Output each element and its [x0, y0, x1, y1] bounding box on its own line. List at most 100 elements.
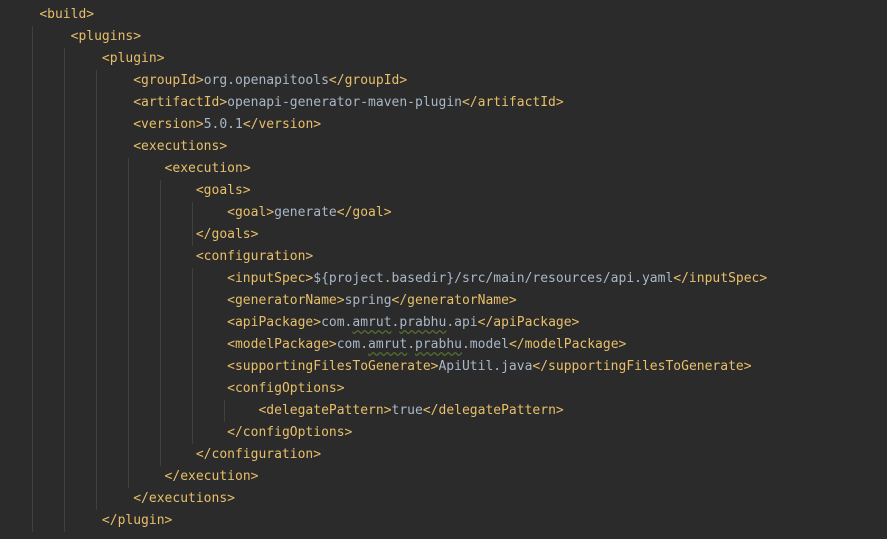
code-line[interactable]: <execution> — [8, 158, 887, 180]
xml-text: org.openapitools — [204, 73, 329, 88]
xml-tag: <build> — [39, 7, 94, 22]
code-line[interactable]: <plugins> — [8, 26, 887, 48]
indent — [8, 205, 227, 220]
code-editor[interactable]: <build> <plugins> <plugin> <groupId>org.… — [0, 4, 887, 532]
xml-tag: <groupId> — [133, 73, 203, 88]
indent — [8, 337, 227, 352]
code-line[interactable]: <modelPackage>com.amrut.prabhu.model</mo… — [8, 334, 887, 356]
code-line[interactable]: <configuration> — [8, 246, 887, 268]
xml-tag: <goal> — [227, 205, 274, 220]
xml-tag: </artifactId> — [462, 95, 564, 110]
indent — [8, 315, 227, 330]
xml-tag: <version> — [133, 117, 203, 132]
xml-tag: </modelPackage> — [509, 337, 626, 352]
xml-text: generate — [274, 205, 337, 220]
indent — [227, 403, 258, 418]
xml-text: openapi-generator-maven-plugin — [227, 95, 462, 110]
xml-tag: </apiPackage> — [478, 315, 580, 330]
xml-text: . — [407, 337, 415, 352]
indent — [8, 425, 227, 440]
indent — [8, 513, 102, 528]
indent — [8, 95, 133, 110]
code-line[interactable]: <inputSpec>${project.basedir}/src/main/r… — [8, 268, 887, 290]
code-line[interactable]: </configuration> — [8, 444, 887, 466]
code-line[interactable]: <executions> — [8, 136, 887, 158]
xml-tag: <plugins> — [71, 29, 141, 44]
xml-tag: </configuration> — [196, 447, 321, 462]
xml-tag: </configOptions> — [227, 425, 352, 440]
code-line[interactable]: </configOptions> — [8, 422, 887, 444]
code-line[interactable]: <groupId>org.openapitools</groupId> — [8, 70, 887, 92]
indent — [8, 381, 227, 396]
xml-text: ApiUtil.java — [438, 359, 532, 374]
xml-tag: <supportingFilesToGenerate> — [227, 359, 438, 374]
indent — [8, 491, 133, 506]
code-line[interactable]: <artifactId>openapi-generator-maven-plug… — [8, 92, 887, 114]
xml-tag: <generatorName> — [227, 293, 344, 308]
indent — [8, 73, 133, 88]
xml-text: true — [392, 403, 423, 418]
xml-tag: <artifactId> — [133, 95, 227, 110]
xml-tag: </goal> — [337, 205, 392, 220]
xml-tag: <inputSpec> — [227, 271, 313, 286]
indent — [8, 359, 227, 374]
xml-tag: <modelPackage> — [227, 337, 337, 352]
xml-tag: <executions> — [133, 139, 227, 154]
xml-tag: </supportingFilesToGenerate> — [532, 359, 751, 374]
code-line[interactable]: </plugin> — [8, 510, 887, 532]
indent — [8, 117, 133, 132]
xml-text-warn: prabhu — [399, 315, 446, 330]
code-line[interactable]: <supportingFilesToGenerate>ApiUtil.java<… — [8, 356, 887, 378]
code-line[interactable]: <build> — [8, 4, 887, 26]
xml-tag: </plugin> — [102, 513, 172, 528]
indent — [8, 271, 227, 286]
xml-text: ${project.basedir}/src/main/resources/ap… — [313, 271, 673, 286]
code-line[interactable]: <goal>generate</goal> — [8, 202, 887, 224]
xml-tag: </version> — [243, 117, 321, 132]
xml-tag: <apiPackage> — [227, 315, 321, 330]
xml-text: com. — [337, 337, 368, 352]
code-line[interactable]: </execution> — [8, 466, 887, 488]
indent — [8, 139, 133, 154]
xml-text-warn: amrut — [368, 337, 407, 352]
indent — [8, 51, 102, 66]
xml-text: .api — [446, 315, 477, 330]
xml-text: spring — [345, 293, 392, 308]
xml-tag: </executions> — [133, 491, 235, 506]
code-line[interactable]: <configOptions> — [8, 378, 887, 400]
xml-tag: </goals> — [196, 227, 259, 242]
xml-tag: <plugin> — [102, 51, 165, 66]
indent — [8, 29, 71, 44]
code-line[interactable]: </executions> — [8, 488, 887, 510]
indent — [8, 183, 196, 198]
xml-text: com. — [321, 315, 352, 330]
indent — [8, 403, 227, 418]
indent — [8, 469, 165, 484]
xml-text-warn: amrut — [352, 315, 391, 330]
indent — [8, 227, 196, 242]
xml-tag: </groupId> — [329, 73, 407, 88]
xml-tag: </inputSpec> — [673, 271, 767, 286]
xml-tag: <configuration> — [196, 249, 313, 264]
code-line[interactable]: <apiPackage>com.amrut.prabhu.api</apiPac… — [8, 312, 887, 334]
xml-tag: </delegatePattern> — [423, 403, 564, 418]
code-line[interactable]: <plugin> — [8, 48, 887, 70]
indent — [8, 249, 196, 264]
code-line[interactable]: <generatorName>spring</generatorName> — [8, 290, 887, 312]
code-line[interactable]: </goals> — [8, 224, 887, 246]
xml-tag: <configOptions> — [227, 381, 344, 396]
indent — [8, 293, 227, 308]
indent — [8, 447, 196, 462]
xml-tag: </execution> — [165, 469, 259, 484]
code-line[interactable]: <delegatePattern>true</delegatePattern> — [8, 400, 887, 422]
code-line[interactable]: <goals> — [8, 180, 887, 202]
xml-text: 5.0.1 — [204, 117, 243, 132]
xml-tag: <execution> — [165, 161, 251, 176]
indent — [8, 7, 39, 22]
xml-text: .model — [462, 337, 509, 352]
xml-text-warn: prabhu — [415, 337, 462, 352]
indent — [8, 161, 165, 176]
xml-tag: <goals> — [196, 183, 251, 198]
xml-tag: </generatorName> — [392, 293, 517, 308]
code-line[interactable]: <version>5.0.1</version> — [8, 114, 887, 136]
